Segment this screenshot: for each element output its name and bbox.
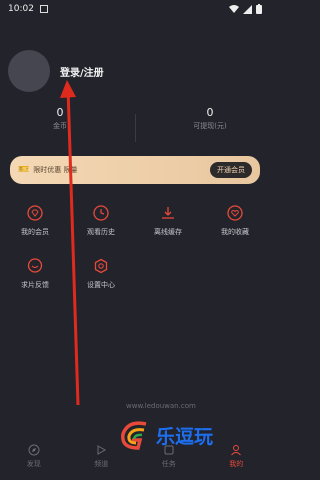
tab-channel[interactable]: 频道 [68, 440, 136, 480]
tab-label: 发现 [26, 460, 41, 468]
bottom-tab-bar: 发现 频道 任务 我的 [0, 440, 270, 480]
tab-discover[interactable]: 发现 [0, 440, 68, 480]
tab-label: 我的 [229, 460, 244, 468]
tab-mine[interactable]: 我的 [203, 440, 271, 480]
tab-label: 任务 [161, 460, 176, 468]
tab-label: 频道 [94, 460, 109, 468]
play-icon [97, 445, 107, 455]
watermark-url: www.ledouwan.com [126, 402, 196, 410]
tab-tasks[interactable]: 任务 [135, 440, 203, 480]
compass-icon [28, 444, 40, 456]
user-icon [231, 445, 242, 456]
task-icon [164, 445, 174, 455]
